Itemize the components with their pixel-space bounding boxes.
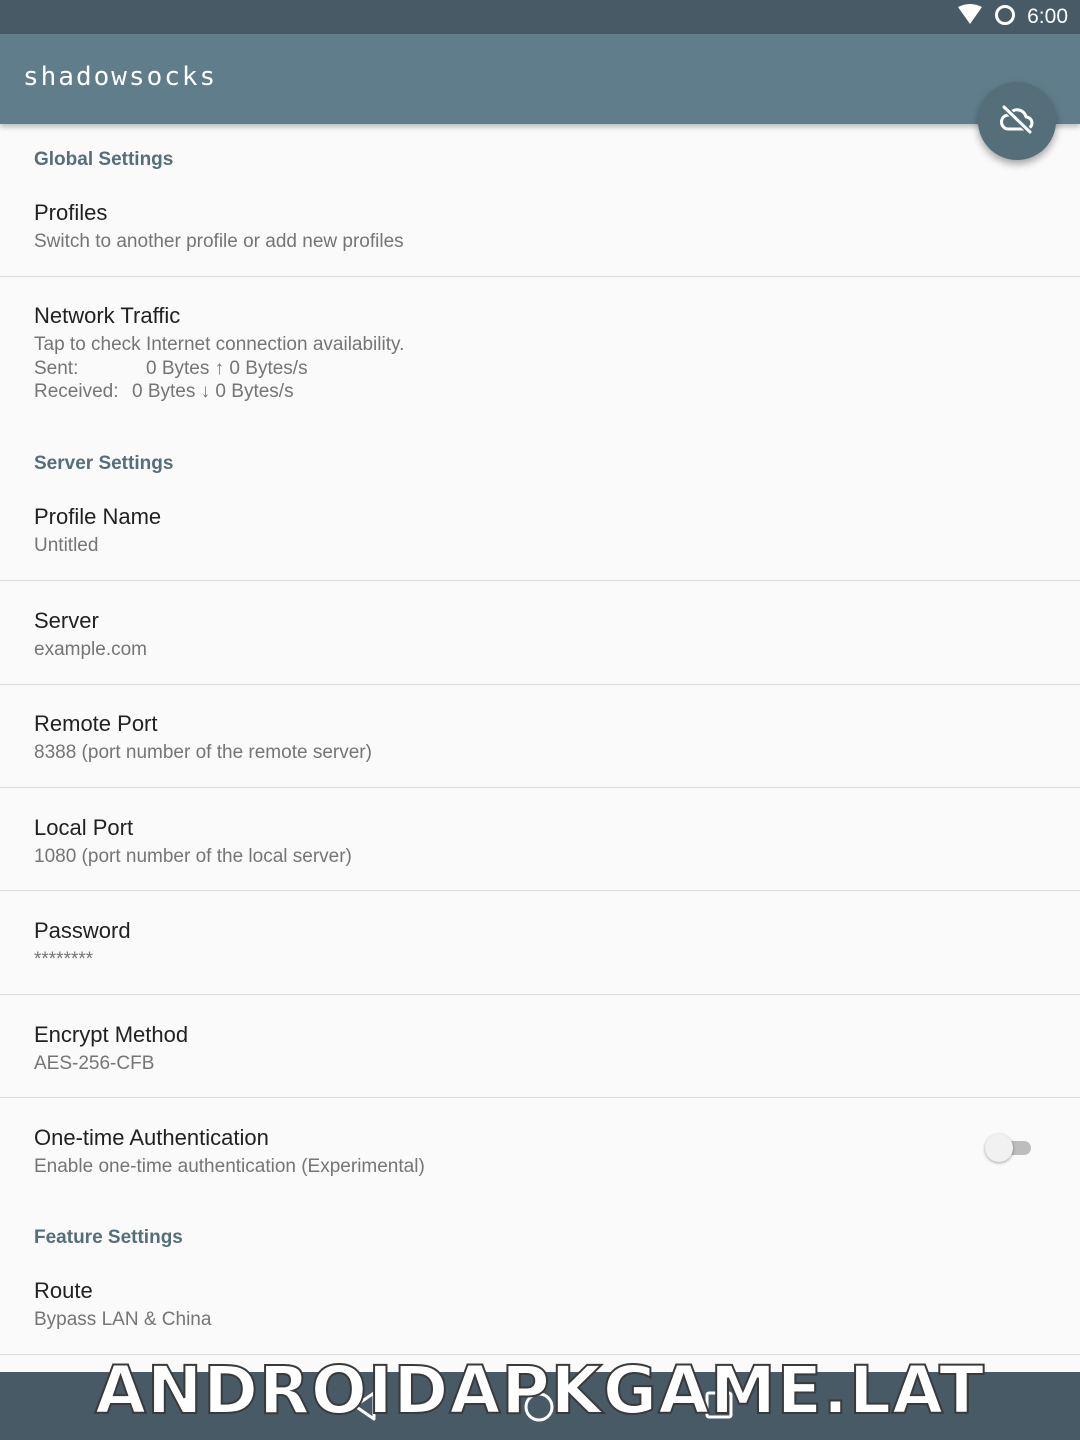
traffic-sent-row: Sent: 0 Bytes ↑ 0 Bytes/s xyxy=(34,357,404,381)
pref-title: One-time Authentication xyxy=(34,1125,269,1150)
traffic-hint: Tap to check Internet connection availab… xyxy=(34,334,405,355)
divider xyxy=(0,890,1080,891)
pref-summary: Untitled xyxy=(34,535,99,556)
app-bar: shadowsocks xyxy=(0,34,1080,124)
pref-title: Route xyxy=(34,1278,93,1303)
pref-profile-name[interactable]: Profile Name Untitled xyxy=(0,490,1080,580)
watermark-text: ANDROIDAPKGAME.LAT xyxy=(94,1351,986,1430)
divider xyxy=(0,684,1080,685)
settings-list[interactable]: Global Settings Profiles Switch to anoth… xyxy=(0,124,1080,1372)
pref-title: Profile Name xyxy=(34,504,162,529)
pref-title: Server xyxy=(34,608,99,633)
status-bar: 6:00 xyxy=(0,0,1080,34)
status-icons: 6:00 xyxy=(957,0,1068,34)
traffic-received-label: Received: xyxy=(34,381,119,402)
divider xyxy=(0,1097,1080,1098)
traffic-received-row: Received: 0 Bytes ↓ 0 Bytes/s xyxy=(34,380,404,404)
section-global-settings: Global Settings xyxy=(34,149,174,170)
pref-one-time-auth[interactable]: One-time Authentication Enable one-time … xyxy=(0,1111,1080,1201)
pref-title: Local Port xyxy=(34,815,134,840)
pref-summary: 8388 (port number of the remote server) xyxy=(34,742,372,763)
divider xyxy=(0,580,1080,581)
pref-title: Network Traffic xyxy=(34,303,181,328)
connect-fab-button[interactable] xyxy=(978,82,1056,160)
pref-title: Profiles xyxy=(34,200,108,225)
sync-circle-icon xyxy=(993,3,1017,32)
pref-title: Encrypt Method xyxy=(34,1022,189,1047)
traffic-summary: Tap to check Internet connection availab… xyxy=(34,333,404,404)
pref-summary: example.com xyxy=(34,639,147,660)
pref-network-traffic[interactable]: Network Traffic Tap to check Internet co… xyxy=(0,289,1080,419)
wifi-icon xyxy=(957,3,983,31)
traffic-sent-label: Sent: xyxy=(34,357,79,379)
divider xyxy=(0,994,1080,995)
cloud-off-icon xyxy=(999,104,1035,139)
switch-thumb xyxy=(985,1134,1013,1162)
app-title: shadowsocks xyxy=(23,62,218,92)
section-server-settings: Server Settings xyxy=(34,453,174,474)
divider xyxy=(0,787,1080,788)
pref-summary: AES-256-CFB xyxy=(34,1053,155,1074)
pref-remote-port[interactable]: Remote Port 8388 (port number of the rem… xyxy=(0,697,1080,787)
one-time-auth-switch[interactable] xyxy=(985,1133,1031,1163)
pref-local-port[interactable]: Local Port 1080 (port number of the loca… xyxy=(0,801,1080,891)
pref-encrypt-method[interactable]: Encrypt Method AES-256-CFB xyxy=(0,1008,1080,1098)
pref-summary: Bypass LAN & China xyxy=(34,1309,212,1330)
pref-title: Password xyxy=(34,918,131,943)
pref-password[interactable]: Password ******** xyxy=(0,904,1080,994)
pref-route[interactable]: Route Bypass LAN & China xyxy=(0,1264,1080,1354)
traffic-received-value: 0 Bytes ↓ 0 Bytes/s xyxy=(132,381,294,402)
traffic-sent-value: 0 Bytes ↑ 0 Bytes/s xyxy=(146,357,308,379)
pref-summary: Switch to another profile or add new pro… xyxy=(34,231,404,252)
pref-summary: ******** xyxy=(34,949,94,970)
divider xyxy=(0,276,1080,277)
pref-profiles[interactable]: Profiles Switch to another profile or ad… xyxy=(0,186,1080,276)
section-feature-settings: Feature Settings xyxy=(34,1227,183,1248)
pref-summary: Enable one-time authentication (Experime… xyxy=(34,1156,425,1177)
pref-server[interactable]: Server example.com xyxy=(0,594,1080,684)
pref-title: Remote Port xyxy=(34,711,158,736)
status-time: 6:00 xyxy=(1027,5,1068,28)
pref-summary: 1080 (port number of the local server) xyxy=(34,846,352,867)
